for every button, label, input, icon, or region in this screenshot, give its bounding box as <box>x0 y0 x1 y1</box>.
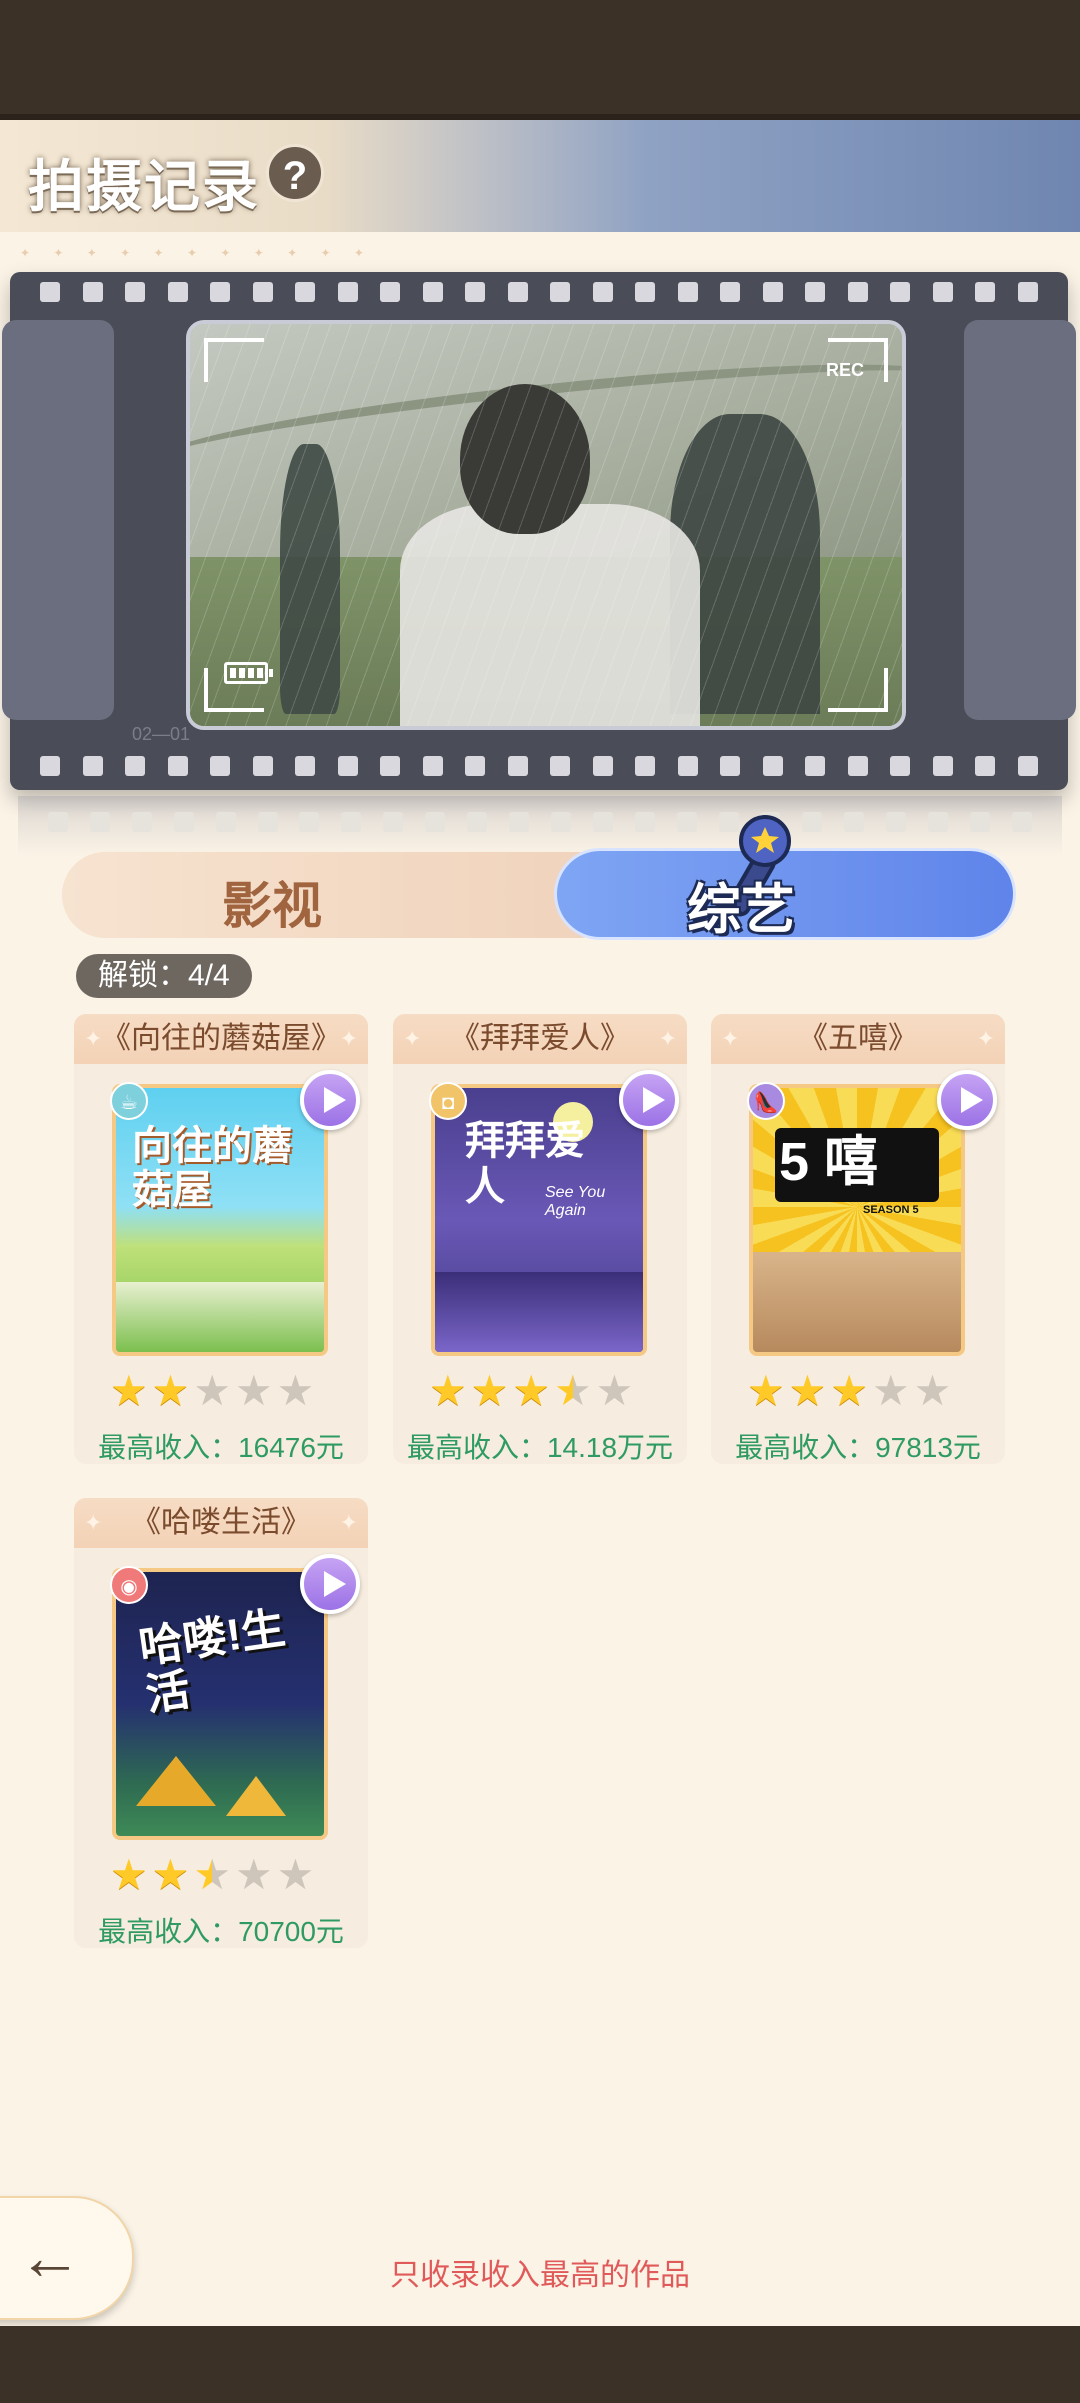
film-holes-bottom <box>40 756 1038 778</box>
viewfinder-corner <box>204 338 264 382</box>
max-income: 最高收入：97813元 <box>735 1432 981 1463</box>
page-title: 拍摄记录 <box>28 155 260 218</box>
film-holes-top <box>40 282 1038 304</box>
bottom-bar <box>0 2326 1080 2403</box>
game-icon: ◉ <box>110 1566 148 1604</box>
play-button[interactable] <box>619 1070 679 1130</box>
show-card[interactable]: 《五嘻》 👠 5 嘻 SEASON 5 ★★★★★ 最高收入：97813元 <box>711 1014 1005 1464</box>
show-title: 《向往的蘑菇屋》 <box>74 1014 368 1064</box>
show-card[interactable]: 《拜拜爱人》 ◘ 拜拜爱人 See You Again ★★★★★ 最高收入：1… <box>393 1014 687 1464</box>
top-bar <box>0 0 1080 120</box>
show-poster[interactable]: 5 嘻 SEASON 5 <box>749 1084 965 1356</box>
prev-frame[interactable] <box>2 320 114 720</box>
film-reflection <box>18 796 1062 856</box>
next-frame[interactable] <box>964 320 1076 720</box>
poster-title: 哈喽!生活 <box>136 1603 289 1721</box>
cup-icon: ☕ <box>110 1082 148 1120</box>
show-title: 《五嘻》 <box>711 1014 1005 1064</box>
star-rating: ★ ★ ★ ★ ★ <box>747 1367 952 1414</box>
show-title: 《哈喽生活》 <box>74 1498 368 1548</box>
max-income: 最高收入：16476元 <box>98 1432 344 1463</box>
tab-film-tv[interactable]: 影视 <box>62 852 622 938</box>
max-income: 最高收入：70700元 <box>98 1916 344 1947</box>
play-button[interactable] <box>937 1070 997 1130</box>
rec-label: REC <box>825 360 864 380</box>
play-button[interactable] <box>300 1070 360 1130</box>
poster-subtitle: See You Again <box>545 1184 606 1219</box>
show-title: 《拜拜爱人》 <box>393 1014 687 1064</box>
unlock-count: 解锁：4/4 <box>76 954 252 998</box>
bag-icon: ◘ <box>429 1082 467 1120</box>
poster-title: 向往的蘑菇屋 <box>132 1124 292 1212</box>
viewfinder-corner <box>828 668 888 712</box>
poster-title: 5 嘻 <box>779 1132 879 1192</box>
show-card[interactable]: 《向往的蘑菇屋》 ☕ 向往的蘑菇屋 ★★★★★ 最高收入：16476元 <box>74 1014 368 1464</box>
battery-icon <box>224 662 273 684</box>
star-rating: ★ ★ ★ ★ ★ <box>429 1367 634 1414</box>
show-card[interactable]: 《哈喽生活》 ◉ 哈喽!生活 ★★★★★ 最高收入：70700元 <box>74 1498 368 1948</box>
footer-note: 只收录收入最高的作品 <box>390 2259 690 2292</box>
header: 拍摄记录 ? <box>0 120 1080 232</box>
scene-image: REC <box>186 320 906 730</box>
show-poster[interactable]: 哈喽!生活 <box>112 1568 328 1840</box>
category-tabs: 影视 综艺 <box>62 815 1016 940</box>
star-rating: ★ ★ ★ ★ ★ <box>110 1367 315 1414</box>
shoe-icon: 👠 <box>747 1082 785 1120</box>
frame-number: 02—01 <box>132 724 191 744</box>
tab-label: 综艺 <box>687 880 795 940</box>
decor-dots: ✦ ✦ ✦ ✦ ✦ ✦ ✦ ✦ ✦ ✦ ✦ <box>20 246 374 260</box>
poster-subtitle: SEASON 5 <box>863 1204 919 1216</box>
show-poster[interactable]: 拜拜爱人 See You Again <box>431 1084 647 1356</box>
play-button[interactable] <box>300 1554 360 1614</box>
show-poster[interactable]: 向往的蘑菇屋 <box>112 1084 328 1356</box>
max-income: 最高收入：14.18万元 <box>406 1432 674 1463</box>
tab-variety[interactable]: 综艺 <box>554 815 1016 940</box>
film-strip-viewer: 02—01 REC <box>2 272 1076 790</box>
star-rating: ★ ★ ★ ★ ★ <box>110 1851 315 1898</box>
help-button[interactable]: ? <box>266 144 324 202</box>
tab-label: 影视 <box>222 878 322 934</box>
